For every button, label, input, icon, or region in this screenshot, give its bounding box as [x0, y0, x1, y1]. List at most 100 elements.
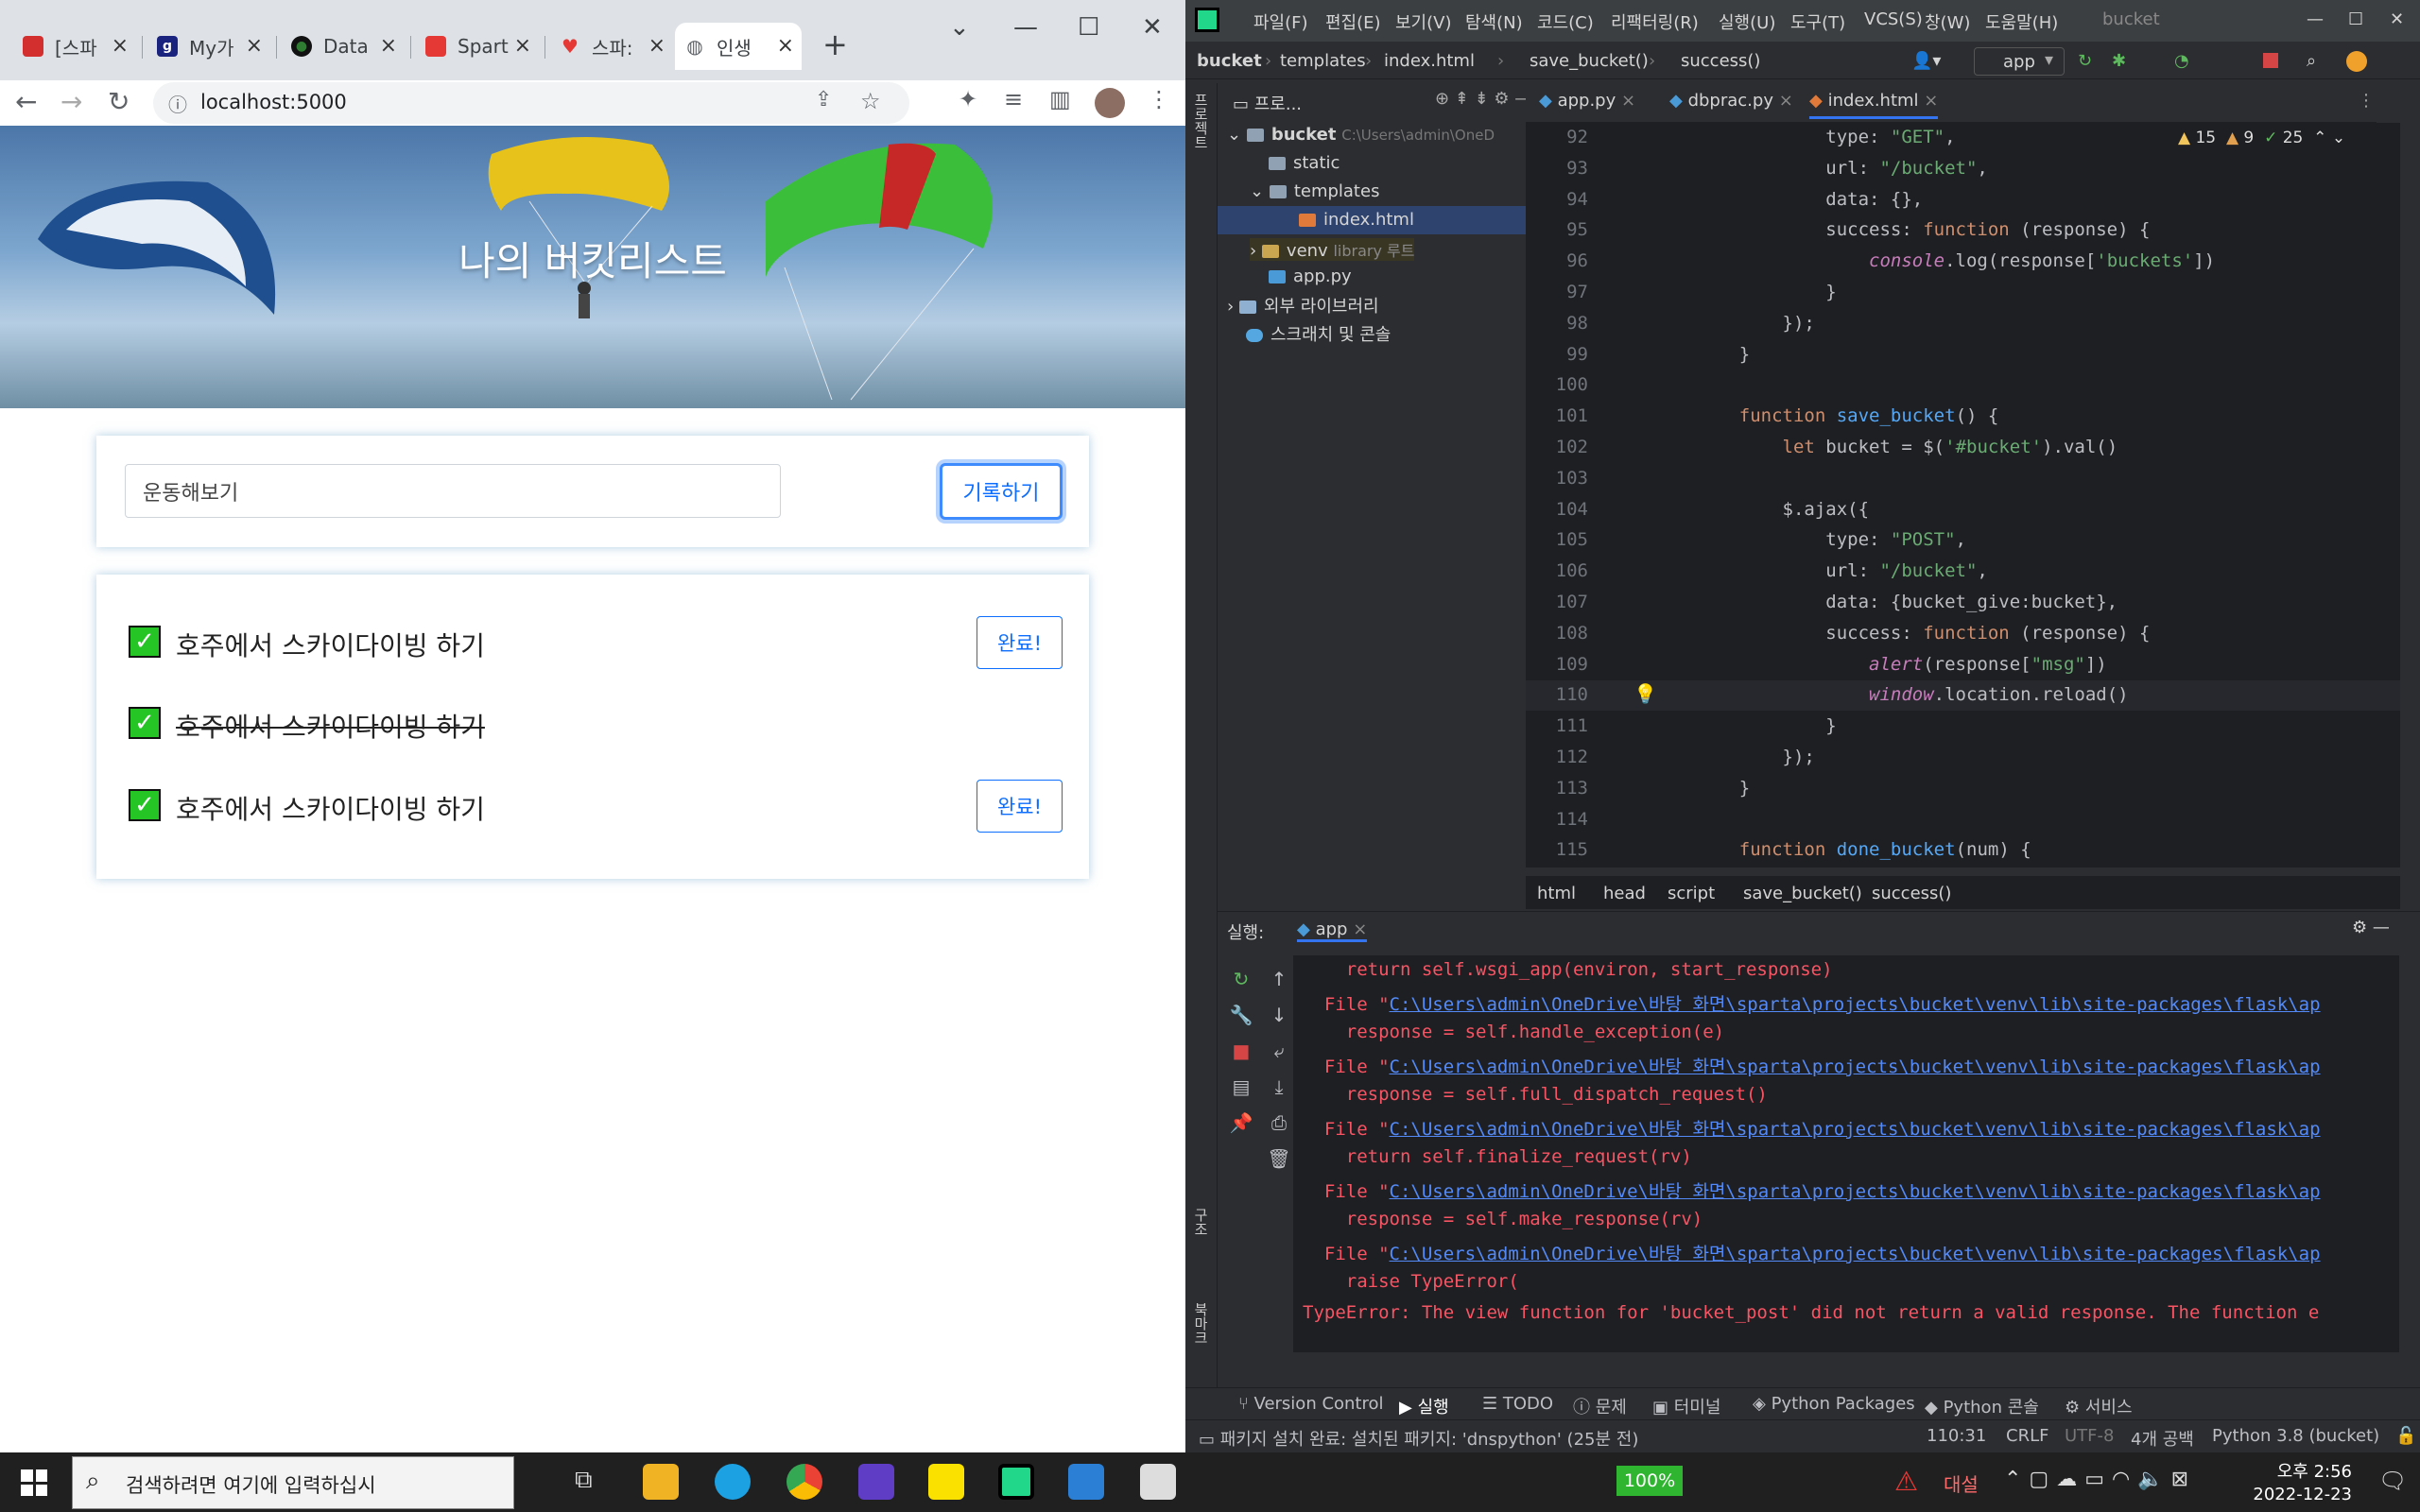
minimize-icon[interactable]: —	[1013, 13, 1038, 42]
vscode-icon[interactable]	[1068, 1464, 1104, 1500]
tray-icons[interactable]: ⌃▢☁▭◠🔈⊠	[2004, 1468, 2196, 1491]
close-tab-icon[interactable]: ×	[246, 34, 263, 58]
notification-icon[interactable]: 🗨	[2378, 1468, 2407, 1494]
tab-services[interactable]: ⚙ 서비스	[2065, 1394, 2133, 1418]
maximize-icon[interactable]: ☐	[1078, 13, 1099, 42]
crumb-folder[interactable]: templates	[1280, 51, 1366, 71]
close-tab-icon[interactable]: ×	[112, 34, 129, 58]
tab-python-console[interactable]: ◆ Python 콘솔	[1925, 1394, 2039, 1418]
menu-navigate[interactable]: 탐색(N)	[1465, 9, 1523, 34]
settings-gear-icon[interactable]: ⚙ —	[2352, 918, 2390, 937]
crumb-file[interactable]: index.html	[1384, 51, 1475, 71]
crumb-project[interactable]: bucket	[1197, 51, 1262, 71]
notepad-icon[interactable]	[1140, 1464, 1176, 1500]
reload-icon[interactable]: ↻	[108, 86, 130, 117]
trash-icon[interactable]: 🗑	[1265, 1141, 1293, 1177]
tree-item-static[interactable]: static	[1269, 153, 1340, 173]
browser-tab-5[interactable]: ♥ 스파: ×	[550, 23, 673, 70]
browser-tab-4[interactable]: Spart ×	[416, 23, 539, 70]
task-view-icon[interactable]: ⧉	[575, 1466, 593, 1495]
pin-icon[interactable]: 📌	[1227, 1105, 1255, 1141]
run-tab-app[interactable]: ◆ app ×	[1297, 919, 1368, 942]
stop-icon[interactable]: ■	[1227, 1033, 1255, 1069]
tab-terminal[interactable]: ▣ 터미널	[1652, 1394, 1720, 1418]
tree-item-templates[interactable]: ⌄ templates	[1250, 181, 1379, 201]
info-icon[interactable]: ⓘ	[168, 90, 187, 117]
editor-crumb[interactable]: success()	[1872, 884, 1951, 903]
bucket-input[interactable]	[125, 464, 781, 518]
arrow-down-icon[interactable]: ↓	[1265, 997, 1293, 1033]
browser-tab-2[interactable]: g My가 ×	[147, 23, 270, 70]
bookmarks-tool-button[interactable]: 북마크	[1191, 1302, 1211, 1345]
close-tab-icon[interactable]: ×	[648, 34, 666, 58]
tree-item-index-html[interactable]: index.html	[1299, 210, 1414, 230]
rerun-icon[interactable]: ↻	[1227, 961, 1255, 997]
editor-crumb[interactable]: html	[1537, 884, 1576, 903]
app-f-icon[interactable]	[858, 1464, 894, 1500]
stop-icon[interactable]	[2263, 53, 2278, 68]
file-explorer-icon[interactable]	[643, 1464, 679, 1500]
weather-label[interactable]: 대설	[1944, 1469, 1979, 1497]
editor-crumb[interactable]: script	[1668, 884, 1715, 903]
layout-icon[interactable]: ▤	[1227, 1069, 1255, 1105]
tree-item-venv[interactable]: › venv library 루트	[1250, 238, 1415, 261]
done-button[interactable]: 완료!	[977, 780, 1063, 833]
browser-tab-1[interactable]: [스파 ×	[13, 23, 136, 70]
chrome-icon[interactable]	[786, 1464, 822, 1500]
code-editor[interactable]: ▲ 15 ▲ 9 ✓ 25 ⌃ ⌄ 92 type: "GET", 93 url:…	[1526, 123, 2400, 868]
search-icon[interactable]: ⌕	[2307, 51, 2316, 71]
console-output[interactable]: return self.wsgi_app(environ, start_resp…	[1293, 955, 2399, 1352]
status-interpreter[interactable]: Python 3.8 (bucket)	[2212, 1426, 2379, 1446]
new-tab-button[interactable]: +	[822, 26, 848, 62]
project-tool-button[interactable]: 프로젝트	[1191, 93, 1211, 149]
tab-index-html[interactable]: ◆ index.html ×	[1809, 91, 1939, 119]
print-icon[interactable]: ⎙	[1265, 1105, 1293, 1141]
battery-indicator[interactable]: 100%	[1616, 1466, 1683, 1496]
tab-python-packages[interactable]: ◈ Python Packages	[1753, 1394, 1915, 1414]
clock-time[interactable]: 오후 2:56	[2248, 1458, 2352, 1483]
scroll-to-end-icon[interactable]: ⤓	[1265, 1069, 1293, 1105]
browser-tab-active[interactable]: ◍ 인생 ×	[675, 23, 802, 70]
close-tab-icon[interactable]: ×	[380, 34, 397, 58]
more-menu-icon[interactable]: ⋮	[1148, 86, 1170, 112]
tree-item-root[interactable]: ⌄ bucket C:\Users\admin\OneD	[1227, 125, 1495, 145]
kakaotalk-icon[interactable]	[928, 1464, 964, 1500]
tab-version-control[interactable]: ⑂ Version Control	[1238, 1394, 1384, 1414]
lightbulb-icon[interactable]: 💡	[1634, 682, 1657, 705]
close-tab-icon[interactable]: ×	[777, 34, 794, 58]
extensions-icon[interactable]: ✦	[959, 86, 977, 112]
taskbar-search-box[interactable]: ⌕ 검색하려면 여기에 입력하십시	[72, 1456, 514, 1509]
debug-icon[interactable]: ✱	[2112, 51, 2126, 71]
lock-icon[interactable]: 🔓	[2395, 1426, 2416, 1446]
menu-code[interactable]: 코드(C)	[1537, 9, 1594, 34]
more-tabs-icon[interactable]: ⋮	[2358, 91, 2375, 111]
windows-start-icon[interactable]	[21, 1469, 47, 1496]
menu-run[interactable]: 실행(U)	[1719, 9, 1775, 34]
media-control-icon[interactable]: ≡	[1004, 86, 1023, 112]
share-icon[interactable]: ⇪	[815, 88, 832, 112]
record-button[interactable]: 기록하기	[940, 463, 1063, 520]
panel-title[interactable]: ▭ 프로...	[1233, 91, 1302, 115]
tree-item-external-libraries[interactable]: › 외부 라이브러리	[1227, 293, 1379, 318]
close-window-icon[interactable]: ✕	[1142, 13, 1163, 42]
url-text[interactable]: localhost:5000	[200, 91, 347, 113]
inspection-widget[interactable]: ▲ 15 ▲ 9 ✓ 25 ⌃ ⌄	[2178, 129, 2345, 147]
crumb-function[interactable]: save_bucket()	[1530, 51, 1649, 71]
forward-arrow-icon[interactable]: →	[60, 86, 82, 117]
menu-vcs[interactable]: VCS(S)	[1864, 9, 1923, 29]
avatar[interactable]	[1095, 88, 1125, 118]
tab-search-icon[interactable]: ⌄	[949, 13, 970, 42]
crumb-inner-function[interactable]: success()	[1681, 51, 1760, 71]
menu-file[interactable]: 파일(F)	[1253, 9, 1308, 34]
rerun-icon[interactable]: ↻	[2078, 51, 2092, 71]
edge-icon[interactable]	[715, 1464, 751, 1500]
menu-view[interactable]: 보기(V)	[1395, 9, 1451, 34]
status-position[interactable]: 110:31	[1927, 1426, 1986, 1446]
tab-dbprac-py[interactable]: ◆ dbprac.py ×	[1669, 91, 1793, 111]
address-bar[interactable]: ⓘ localhost:5000 ☆ ⇪	[153, 82, 909, 124]
bookmark-star-icon[interactable]: ☆	[860, 88, 881, 114]
status-encoding[interactable]: UTF-8	[2065, 1426, 2114, 1446]
maximize-icon[interactable]: ☐	[2348, 9, 2363, 29]
minimize-icon[interactable]: —	[2307, 9, 2324, 29]
status-line-separator[interactable]: CRLF	[2006, 1426, 2048, 1446]
